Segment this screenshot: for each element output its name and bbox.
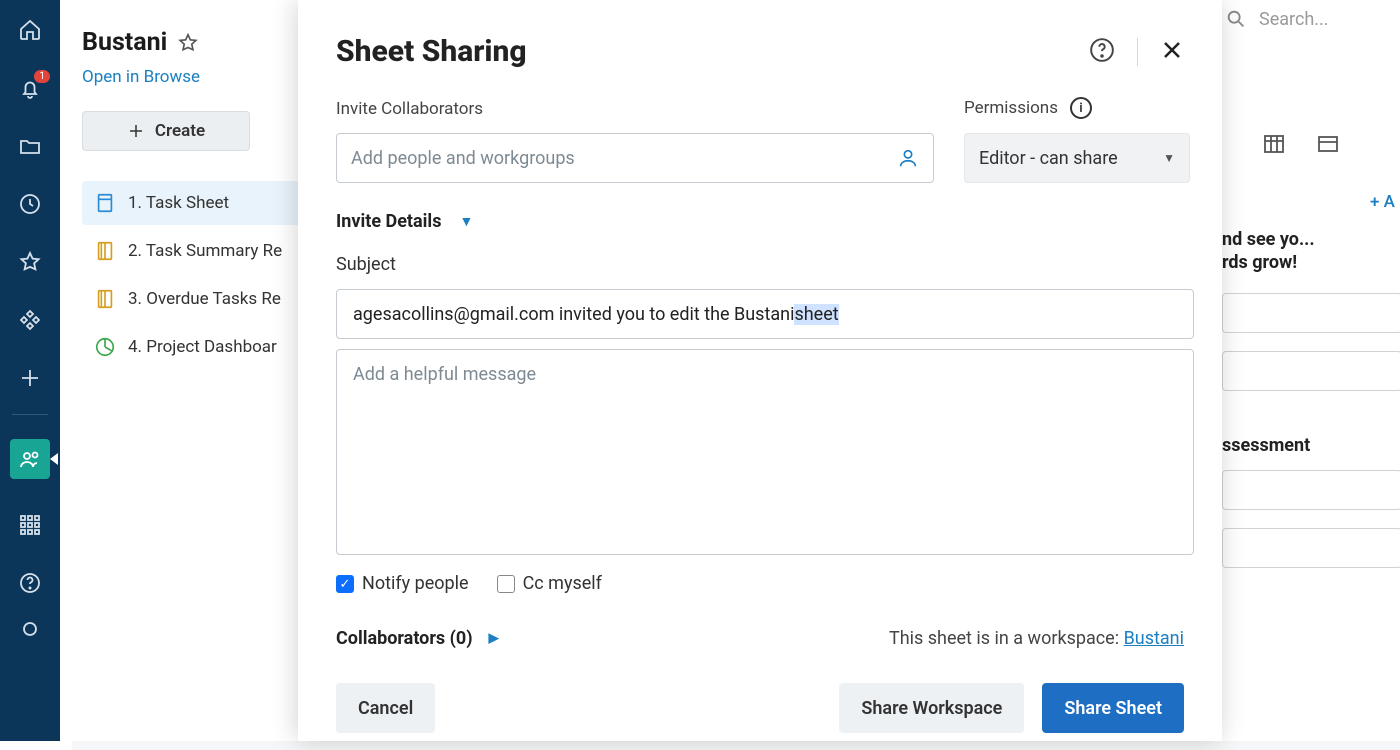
sheet-item-task-sheet[interactable]: 1. Task Sheet: [82, 181, 320, 225]
report-icon: [94, 288, 116, 310]
chevron-down-icon: ▼: [1163, 151, 1175, 165]
open-in-browse-link[interactable]: Open in Browse: [82, 67, 200, 87]
bg-text-line: nd see yo...: [1222, 228, 1400, 251]
bg-field[interactable]: [1222, 528, 1400, 568]
workspaces-icon[interactable]: [18, 308, 42, 332]
sheet-list: 1. Task Sheet 2. Task Summary Re 3. Over…: [82, 181, 320, 369]
apps-icon[interactable]: [18, 513, 42, 537]
sheet-item-label: 4. Project Dashboar: [128, 337, 277, 357]
sheet-icon: [94, 192, 116, 214]
recents-icon[interactable]: [18, 192, 42, 216]
favorites-icon[interactable]: [18, 250, 42, 274]
info-icon[interactable]: i: [1070, 97, 1092, 119]
rail-divider: [12, 414, 48, 415]
permissions-label: Permissions: [964, 98, 1058, 118]
notify-people-checkbox[interactable]: ✓ Notify people: [336, 573, 469, 594]
invite-collaborators-label: Invite Collaborators: [336, 99, 934, 119]
workspace-title: Bustani: [82, 28, 167, 57]
sheet-sharing-modal: Sheet Sharing Invite Collaborators Add p…: [298, 0, 1222, 741]
cc-myself-checkbox[interactable]: Cc myself: [497, 573, 602, 594]
search-icon: [1225, 8, 1247, 30]
account-icon[interactable]: [18, 617, 42, 641]
bg-text-line: rds grow!: [1222, 251, 1400, 274]
left-nav-rail: 1: [0, 0, 60, 741]
message-textarea[interactable]: Add a helpful message: [336, 349, 1194, 555]
notification-badge: 1: [34, 70, 50, 83]
share-workspace-button[interactable]: Share Workspace: [839, 683, 1024, 733]
bg-field[interactable]: [1222, 470, 1400, 510]
sheet-item-label: 1. Task Sheet: [128, 193, 229, 213]
permissions-select[interactable]: Editor - can share ▼: [964, 133, 1190, 183]
people-icon[interactable]: [10, 439, 50, 479]
folder-icon[interactable]: [18, 134, 42, 158]
search-placeholder: Search...: [1259, 9, 1329, 30]
bg-assessment-label: ssessment: [1222, 435, 1400, 456]
sheet-item-overdue[interactable]: 3. Overdue Tasks Re: [82, 277, 320, 321]
subject-input[interactable]: agesacollins@gmail.com invited you to ed…: [336, 289, 1194, 339]
modal-title: Sheet Sharing: [336, 34, 527, 69]
bg-field[interactable]: [1222, 293, 1400, 333]
sheet-item-task-summary[interactable]: 2. Task Summary Re: [82, 229, 320, 273]
workspace-panel: Bustani Open in Browse Create 1. Task Sh…: [60, 0, 320, 741]
help-icon[interactable]: [18, 571, 42, 595]
add-link[interactable]: + A: [1370, 192, 1395, 212]
triangle-down-icon: ▼: [459, 213, 473, 230]
share-sheet-button[interactable]: Share Sheet: [1042, 683, 1184, 733]
sheet-item-label: 3. Overdue Tasks Re: [128, 289, 281, 309]
collaborators-toggle[interactable]: Collaborators (0) ▶: [336, 628, 499, 649]
people-placeholder: Add people and workgroups: [351, 148, 575, 169]
sheet-item-label: 2. Task Summary Re: [128, 241, 282, 261]
subject-label: Subject: [336, 254, 1184, 275]
message-placeholder: Add a helpful message: [353, 364, 536, 385]
create-button[interactable]: Create: [82, 111, 250, 151]
checkbox-unchecked-icon: [497, 575, 515, 593]
subject-text-selected: sheet: [794, 304, 838, 325]
home-icon[interactable]: [18, 18, 42, 42]
invite-details-label: Invite Details: [336, 211, 441, 232]
cc-label: Cc myself: [523, 573, 602, 594]
workspace-link[interactable]: Bustani: [1124, 628, 1184, 649]
report-icon: [94, 240, 116, 262]
cancel-button[interactable]: Cancel: [336, 683, 435, 733]
person-icon: [897, 147, 919, 169]
modal-head-divider: [1137, 38, 1138, 66]
notify-label: Notify people: [362, 573, 469, 594]
add-icon[interactable]: [18, 366, 42, 390]
workspace-text: This sheet is in a workspace:: [889, 628, 1124, 649]
close-icon[interactable]: [1160, 38, 1184, 66]
create-button-label: Create: [155, 121, 205, 141]
star-icon[interactable]: [177, 32, 199, 54]
card-view-icon[interactable]: [1262, 132, 1286, 160]
invite-details-toggle[interactable]: Invite Details ▼: [336, 211, 1184, 232]
search-bar[interactable]: Search...: [1225, 8, 1329, 30]
permissions-value: Editor - can share: [979, 148, 1118, 169]
dashboard-icon: [94, 336, 116, 358]
triangle-right-icon: ▶: [489, 631, 499, 646]
subject-text-prefix: agesacollins@gmail.com invited you to ed…: [353, 304, 794, 325]
list-view-icon[interactable]: [1316, 132, 1340, 160]
collaborators-label: Collaborators (0): [336, 628, 473, 649]
people-input[interactable]: Add people and workgroups: [336, 133, 934, 183]
checkbox-checked-icon: ✓: [336, 575, 354, 593]
background-content: nd see yo... rds grow! ssessment: [1222, 228, 1400, 568]
sheet-item-dashboard[interactable]: 4. Project Dashboar: [82, 325, 320, 369]
view-switcher: [1262, 132, 1340, 160]
bg-field[interactable]: [1222, 351, 1400, 391]
notifications-icon[interactable]: 1: [18, 76, 42, 100]
modal-help-icon[interactable]: [1089, 37, 1115, 67]
